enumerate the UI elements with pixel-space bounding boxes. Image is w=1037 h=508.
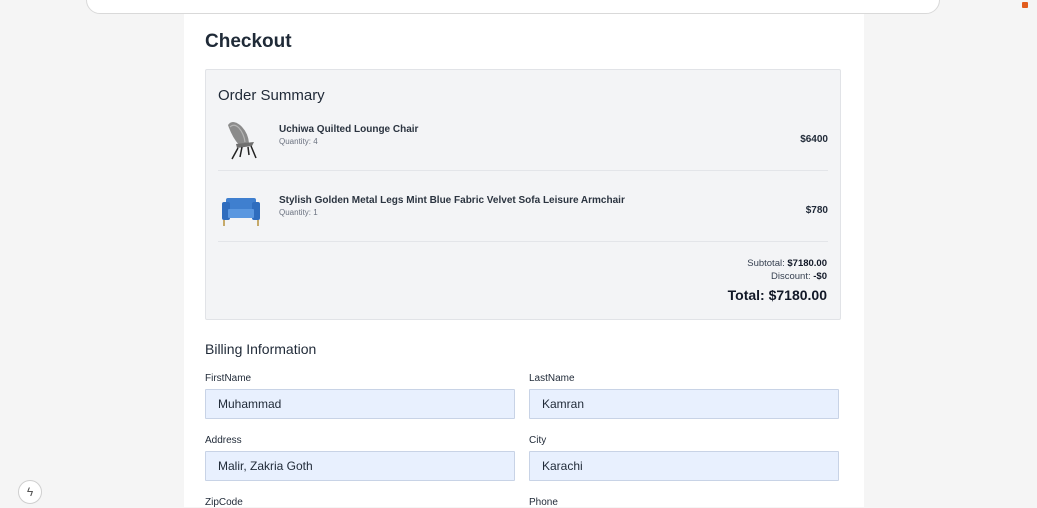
phone-label: Phone [529,497,558,508]
item-quantity: Quantity: 4 [279,137,318,146]
subtotal-label: Subtotal: [747,258,785,269]
blue-armchair-icon [222,198,260,226]
item-quantity: Quantity: 1 [279,208,318,217]
address-bar[interactable] [86,0,940,14]
total-value: $7180.00 [768,287,827,303]
address-label: Address [205,435,242,446]
lightning-icon[interactable]: ϟ [18,480,42,504]
item-price: $6400 [800,134,828,145]
city-field[interactable] [529,451,839,481]
address-field[interactable] [205,451,515,481]
discount-value: -$0 [813,271,827,282]
extension-icon[interactable] [1022,2,1028,8]
order-item: Stylish Golden Metal Legs Mint Blue Fabr… [218,184,828,242]
page-title: Checkout [205,31,292,52]
item-name: Uchiwa Quilted Lounge Chair [279,124,419,135]
subtotal-value: $7180.00 [787,258,827,269]
item-name: Stylish Golden Metal Legs Mint Blue Fabr… [279,195,625,206]
total-label: Total: [727,287,765,303]
order-summary: Order Summary Uchiwa Quilted Lounge Chai… [205,69,841,320]
discount-row: Discount: -$0 [728,270,827,283]
item-price: $780 [805,205,828,216]
last-name-label: LastName [529,373,575,384]
checkout-card: Checkout Order Summary Uchiwa Quilted Lo… [184,14,864,508]
subtotal-row: Subtotal: $7180.00 [728,257,827,270]
browser-top-area [0,0,1037,14]
order-item: Uchiwa Quilted Lounge Chair Quantity: 4 … [218,113,828,171]
zip-code-label: ZipCode [205,497,243,508]
first-name-field[interactable] [205,389,515,419]
order-summary-title: Order Summary [218,87,325,104]
lounge-chair-icon [228,122,257,160]
discount-label: Discount: [771,271,811,282]
last-name-field[interactable] [529,389,839,419]
total-row: Total: $7180.00 [728,285,827,305]
city-label: City [529,435,547,446]
order-totals: Subtotal: $7180.00 Discount: -$0 Total: … [728,257,827,305]
first-name-label: FirstName [205,373,252,384]
billing-title: Billing Information [205,341,317,357]
